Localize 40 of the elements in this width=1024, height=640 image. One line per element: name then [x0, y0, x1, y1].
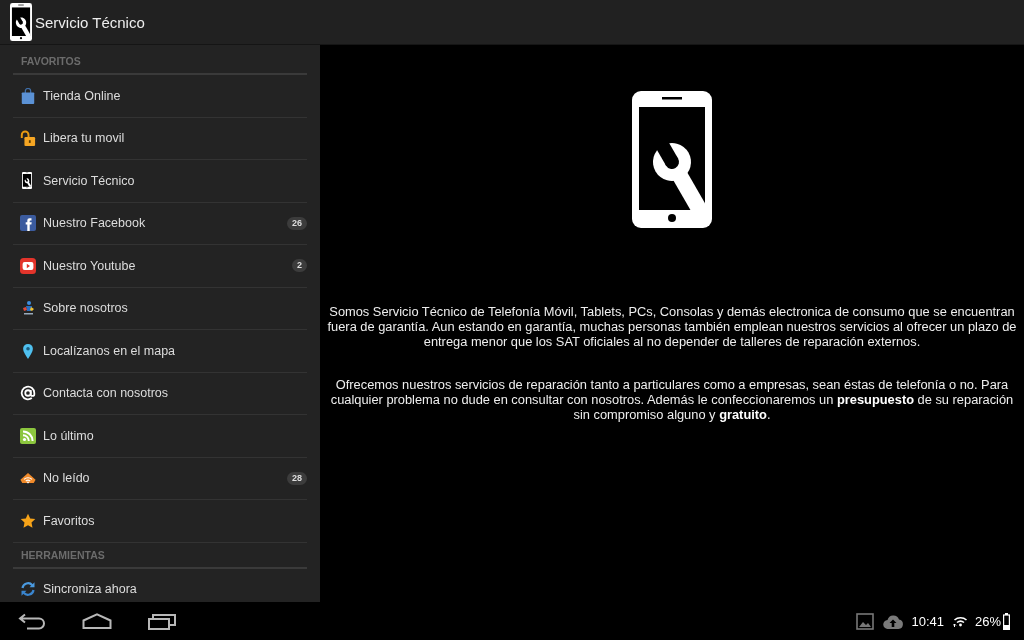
phone-wrench-icon	[10, 3, 32, 41]
battery-percentage: 26%	[974, 613, 1001, 629]
drawer-item[interactable]: Contacta con nosotros	[13, 372, 307, 415]
video-play-icon	[20, 257, 36, 274]
figure-icon	[20, 300, 36, 317]
home-icon[interactable]	[82, 613, 112, 629]
drawer-item[interactable]: Libera tu movil	[13, 117, 307, 160]
drawer-item[interactable]: Nuestro Facebook 26	[13, 202, 307, 245]
description-paragraph: Somos Servicio Técnico de Telefonía Móvil, Tablets, PCs, Consolas y demás electronica de consumo que se encuentran fuera de garantía. Aun estando en garantía, muchas personas también emplean nuestros servicios al ofrecer un plazo de entrega menor que los SAT oficiales al no depender de talleres de reparación externos.	[326, 304, 1018, 349]
drawer-item[interactable]: Tienda Online	[13, 75, 307, 118]
drawer-item[interactable]: Lo último	[13, 415, 307, 458]
open-padlock-icon	[20, 130, 36, 147]
count-badge: 28	[287, 471, 307, 485]
description-paragraph: Ofrecemos nuestros servicios de reparación tanto a particulares como a empresas, sean éstas de telefonía o no. Para cualquier problema no dude en consultar con nosotros. Además le confeccionaremos un presupuesto de su reparación sin compromiso alguno y gratuito.	[329, 377, 1015, 422]
app-title: Servicio Técnico	[35, 13, 145, 31]
count-badge: 2	[292, 259, 307, 273]
count-badge: 26	[287, 216, 307, 230]
battery-icon	[1003, 612, 1010, 630]
clock-time: 10:41	[911, 613, 944, 629]
map-pin-icon	[20, 342, 36, 359]
section-heading: FAVORITOS	[13, 45, 307, 75]
section-heading: HERRAMIENTAS	[13, 542, 307, 569]
drawer-item[interactable]: Servicio Técnico	[13, 160, 307, 203]
image-icon	[856, 612, 875, 630]
drawer-item[interactable]: Favoritos	[13, 500, 307, 543]
facebook-icon	[20, 215, 36, 232]
drawer-item[interactable]: Localízanos en el mapa	[13, 330, 307, 373]
at-sign-icon	[20, 385, 36, 402]
recent-apps-icon[interactable]	[148, 612, 176, 630]
drawer-item[interactable]: Sobre nosotros	[13, 287, 307, 330]
cloud-upload-icon	[883, 613, 904, 629]
back-icon[interactable]	[18, 612, 46, 630]
shopping-bag-icon	[20, 87, 36, 104]
wifi-icon	[952, 615, 968, 627]
sync-icon	[20, 581, 36, 598]
star-icon	[20, 512, 36, 529]
drawer-item[interactable]: Nuestro Youtube 2	[13, 245, 307, 288]
phone-wrench-icon	[22, 172, 32, 190]
rss-feed-icon	[20, 427, 36, 444]
drawer-item[interactable]: No leído 28	[13, 457, 307, 500]
